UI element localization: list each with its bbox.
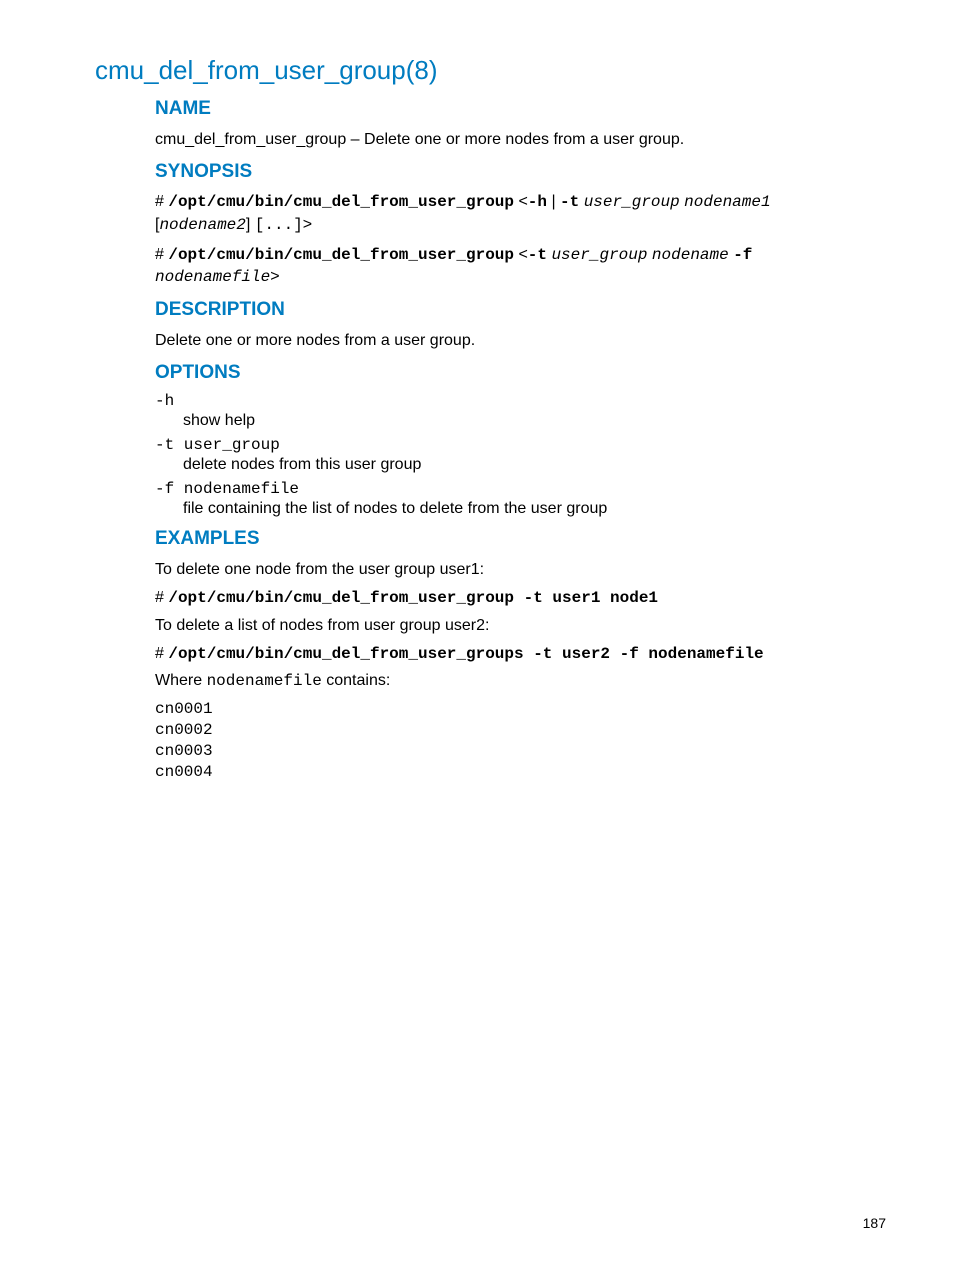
arg-nodename1: nodename1 xyxy=(684,193,770,211)
hash-prompt: # xyxy=(155,193,168,210)
option-term-h: -h xyxy=(155,392,859,410)
arg-user-group: user_group xyxy=(551,246,647,264)
synopsis-line-2: # /opt/cmu/bin/cmu_del_from_user_group <… xyxy=(155,244,859,289)
section-heading-name: NAME xyxy=(155,98,859,120)
hash-prompt: # xyxy=(155,246,168,263)
section-heading-examples: EXAMPLES xyxy=(155,528,859,550)
example-intro-1: To delete one node from the user group u… xyxy=(155,558,859,581)
synopsis-line-1: # /opt/cmu/bin/cmu_del_from_user_group <… xyxy=(155,191,859,236)
content-area: NAME cmu_del_from_user_group – Delete on… xyxy=(155,98,859,782)
option-f: -f xyxy=(733,246,752,264)
example-intro-2: To delete a list of nodes from user grou… xyxy=(155,614,859,637)
angle-close: > xyxy=(303,216,312,233)
arg-nodename2: nodename2 xyxy=(159,216,245,234)
where-prefix: Where xyxy=(155,672,207,689)
angle-close: > xyxy=(270,268,279,285)
section-heading-synopsis: SYNOPSIS xyxy=(155,161,859,183)
hash-prompt: # xyxy=(155,589,168,606)
option-term-t: -t user_group xyxy=(155,436,859,454)
where-filename: nodenamefile xyxy=(207,672,322,690)
pipe-separator: | xyxy=(547,193,560,210)
option-desc-h: show help xyxy=(183,412,859,430)
page-number: 187 xyxy=(863,1215,886,1231)
nodename-file-contents: cn0001 cn0002 cn0003 cn0004 xyxy=(155,699,859,782)
option-h: -h xyxy=(528,193,547,211)
example-cmd-text: /opt/cmu/bin/cmu_del_from_user_groups -t… xyxy=(168,645,763,663)
angle-open: < xyxy=(514,246,528,263)
where-text: Where nodenamefile contains: xyxy=(155,669,859,693)
command-path: /opt/cmu/bin/cmu_del_from_user_group xyxy=(168,193,514,211)
arg-nodenamefile: nodenamefile xyxy=(155,268,270,286)
example-command-1: # /opt/cmu/bin/cmu_del_from_user_group -… xyxy=(155,587,859,609)
section-heading-options: OPTIONS xyxy=(155,362,859,384)
name-text: cmu_del_from_user_group – Delete one or … xyxy=(155,128,859,151)
angle-open: < xyxy=(514,193,528,210)
arg-user-group: user_group xyxy=(584,193,680,211)
option-t: -t xyxy=(560,193,579,211)
hash-prompt: # xyxy=(155,645,168,662)
example-command-2: # /opt/cmu/bin/cmu_del_from_user_groups … xyxy=(155,643,859,665)
arg-nodename: nodename xyxy=(652,246,729,264)
option-term-f: -f nodenamefile xyxy=(155,480,859,498)
example-cmd-text: /opt/cmu/bin/cmu_del_from_user_group -t … xyxy=(168,589,658,607)
ellipsis: [...] xyxy=(255,216,303,234)
page-title: cmu_del_from_user_group(8) xyxy=(95,55,859,86)
option-desc-t: delete nodes from this user group xyxy=(183,456,859,474)
description-text: Delete one or more nodes from a user gro… xyxy=(155,329,859,352)
section-heading-description: DESCRIPTION xyxy=(155,299,859,321)
option-t: -t xyxy=(528,246,547,264)
command-path: /opt/cmu/bin/cmu_del_from_user_group xyxy=(168,246,514,264)
option-desc-f: file containing the list of nodes to del… xyxy=(183,500,859,518)
where-suffix: contains: xyxy=(322,672,390,689)
